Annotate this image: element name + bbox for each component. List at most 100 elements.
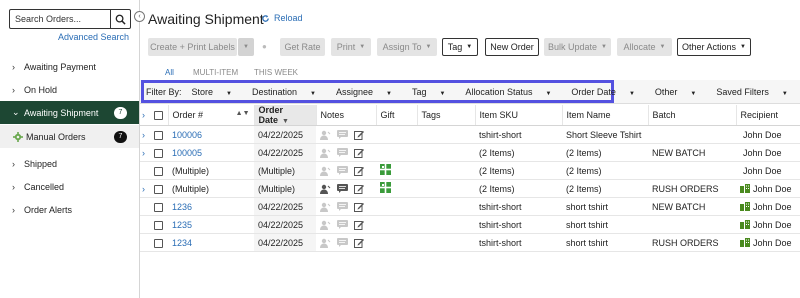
filter-assignee[interactable]: Assignee ▼: [336, 87, 402, 97]
row-checkbox[interactable]: [154, 166, 163, 176]
col-item-sku[interactable]: Item SKU: [475, 105, 563, 126]
col-recipient[interactable]: Recipient: [736, 105, 800, 126]
order-number[interactable]: 1234: [172, 238, 192, 248]
table-row[interactable]: › 100005 04/22/2025 (2 Items) (2 Items) …: [140, 143, 800, 162]
filter-saved-filters[interactable]: Saved Filters ▼: [716, 87, 797, 97]
expand-all-cell[interactable]: ›: [140, 105, 152, 126]
sidebar-item-on-hold[interactable]: › On Hold: [0, 78, 139, 101]
create-print-labels-button[interactable]: Create + Print Labels: [148, 38, 237, 56]
row-checkbox[interactable]: [154, 202, 163, 212]
collapse-sidebar-button[interactable]: ‹: [134, 11, 145, 22]
filter-tag[interactable]: Tag ▼: [412, 87, 455, 97]
order-number[interactable]: 100006: [172, 130, 202, 140]
person-icon[interactable]: [320, 148, 331, 158]
order-number-cell[interactable]: 100006: [168, 125, 254, 144]
caret-down-icon: ▼: [425, 44, 432, 50]
person-icon[interactable]: [320, 166, 331, 176]
select-all-checkbox[interactable]: [154, 111, 163, 121]
filter-other[interactable]: Other ▼: [655, 87, 706, 97]
filter-order-date[interactable]: Order Date ▼: [571, 87, 644, 97]
table-row[interactable]: (Multiple) (Multiple) (2 Items) (2 Items…: [140, 161, 800, 180]
message-icon[interactable]: [337, 220, 348, 229]
message-icon[interactable]: [337, 202, 348, 211]
new-order-button[interactable]: New Order: [485, 38, 539, 56]
edit-note-icon[interactable]: [354, 184, 364, 194]
edit-note-icon[interactable]: [354, 166, 364, 176]
order-number[interactable]: 1235: [172, 220, 192, 230]
table-row[interactable]: 1236 04/22/2025 tshirt-short short tshir…: [140, 197, 800, 216]
col-order-date[interactable]: Order Date ▼: [254, 105, 317, 126]
chevron-right-icon: ›: [12, 204, 15, 215]
get-rate-button[interactable]: Get Rate: [280, 38, 325, 56]
sidebar-item-shipped[interactable]: › Shipped: [0, 152, 139, 175]
order-number-cell[interactable]: 1235: [168, 215, 254, 234]
tab-all[interactable]: All: [165, 68, 174, 77]
row-checkbox[interactable]: [154, 220, 163, 230]
order-number-cell[interactable]: 100005: [168, 143, 254, 162]
col-batch[interactable]: Batch: [648, 105, 737, 126]
table-row[interactable]: 1235 04/22/2025 tshirt-short short tshir…: [140, 215, 800, 234]
person-icon[interactable]: [320, 184, 331, 194]
search-button[interactable]: [111, 9, 131, 29]
sidebar-item-order-alerts[interactable]: › Order Alerts: [0, 198, 139, 221]
expand-cell[interactable]: ›: [140, 125, 152, 144]
tab-multi-item[interactable]: MULTI-ITEM: [193, 68, 238, 77]
tab-this-week[interactable]: THIS WEEK: [254, 68, 298, 77]
bulk-update-button[interactable]: Bulk Update ▼: [544, 38, 611, 56]
tag-button[interactable]: Tag ▼: [442, 38, 478, 56]
person-icon[interactable]: [320, 130, 331, 140]
expand-cell[interactable]: ›: [140, 143, 152, 162]
message-icon[interactable]: [337, 148, 348, 157]
col-tags[interactable]: Tags: [417, 105, 476, 126]
col-notes[interactable]: Notes: [316, 105, 377, 126]
assign-to-button[interactable]: Assign To ▼: [377, 38, 437, 56]
table-row[interactable]: › (Multiple) (Multiple) (2 Items) (2 Ite…: [140, 179, 800, 198]
message-icon[interactable]: [337, 238, 348, 247]
sidebar-item-awaiting-shipment[interactable]: ⌄ Awaiting Shipment 7: [0, 101, 139, 124]
col-gift[interactable]: Gift: [376, 105, 418, 126]
col-item-name[interactable]: Item Name: [562, 105, 649, 126]
message-icon[interactable]: [337, 166, 348, 175]
person-icon[interactable]: [320, 202, 331, 212]
table-row[interactable]: › 100006 04/22/2025 tshirt-short Short S…: [140, 125, 800, 144]
allocate-button[interactable]: Allocate ▼: [617, 38, 672, 56]
col-order-number[interactable]: Order # ▲▼: [168, 105, 255, 126]
edit-note-icon[interactable]: [354, 202, 364, 212]
edit-note-icon[interactable]: [354, 130, 364, 140]
print-button[interactable]: Print ▼: [331, 38, 371, 56]
caret-down-icon: ▼: [386, 90, 392, 97]
row-checkbox[interactable]: [154, 238, 163, 248]
select-cell: [152, 143, 168, 162]
expand-cell: [140, 161, 152, 180]
other-actions-button[interactable]: Other Actions ▼: [677, 38, 751, 56]
filter-store[interactable]: Store ▼: [192, 87, 242, 97]
reload-button[interactable]: Reload: [261, 13, 303, 23]
message-icon[interactable]: [337, 130, 348, 139]
row-checkbox[interactable]: [154, 148, 163, 158]
create-print-dropdown[interactable]: ▼: [238, 38, 254, 56]
order-number-cell[interactable]: 1236: [168, 197, 254, 216]
order-number[interactable]: 1236: [172, 202, 192, 212]
person-icon[interactable]: [320, 220, 331, 230]
select-cell: [152, 125, 168, 144]
order-number-cell[interactable]: 1234: [168, 233, 254, 252]
row-checkbox[interactable]: [154, 184, 163, 194]
filter-destination[interactable]: Destination ▼: [252, 87, 326, 97]
chevron-right-icon: ›: [12, 181, 15, 192]
message-icon[interactable]: [337, 184, 348, 193]
sidebar-item-cancelled[interactable]: › Cancelled: [0, 175, 139, 198]
person-icon[interactable]: [320, 238, 331, 248]
sidebar-item-manual-orders[interactable]: Manual Orders 7: [0, 125, 139, 148]
table-row[interactable]: 1234 04/22/2025 tshirt-short short tshir…: [140, 233, 800, 252]
advanced-search-link[interactable]: Advanced Search: [58, 32, 129, 42]
order-number[interactable]: 100005: [172, 148, 202, 158]
edit-note-icon[interactable]: [354, 220, 364, 230]
search-input[interactable]: [9, 9, 111, 29]
expand-cell[interactable]: ›: [140, 179, 152, 198]
edit-note-icon[interactable]: [354, 238, 364, 248]
edit-note-icon[interactable]: [354, 148, 364, 158]
filter-allocation-status[interactable]: Allocation Status ▼: [465, 87, 561, 97]
batch-cell: [648, 161, 736, 180]
sidebar-item-awaiting-payment[interactable]: › Awaiting Payment: [0, 55, 139, 78]
row-checkbox[interactable]: [154, 130, 163, 140]
